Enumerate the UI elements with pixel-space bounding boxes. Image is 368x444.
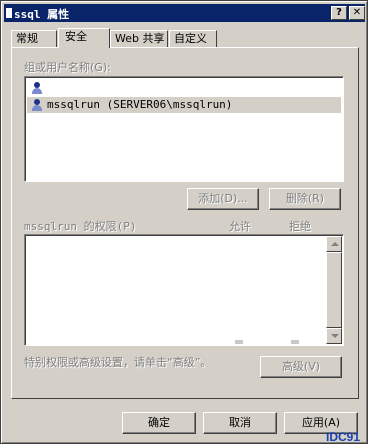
title-bar[interactable]: ssql 属性 ? ✕	[4, 4, 365, 22]
properties-dialog: ssql 属性 ? ✕ 常规 安全 Web 共享 自定义 组或用户名称(G):	[0, 0, 368, 444]
tab-label: 安全	[65, 30, 87, 43]
tab-label: 自定义	[174, 32, 207, 45]
help-button[interactable]: ?	[331, 6, 347, 20]
tab-general[interactable]: 常规	[11, 30, 57, 48]
close-icon: ✕	[352, 7, 362, 18]
tab-security[interactable]: 安全	[58, 28, 110, 48]
tab-custom[interactable]: 自定义	[169, 30, 217, 48]
tab-label: 常规	[16, 32, 38, 45]
tab-web-sharing[interactable]: Web 共享	[110, 30, 168, 48]
close-button[interactable]: ✕	[349, 6, 365, 20]
window-title: ssql 属性	[14, 8, 70, 21]
cancel-button[interactable]: 取消	[203, 412, 277, 434]
window-icon	[6, 8, 12, 18]
question-icon: ?	[336, 7, 342, 18]
security-tab-panel	[11, 47, 359, 399]
tab-label: Web 共享	[115, 32, 165, 45]
watermark-logo: IDC91	[326, 430, 361, 444]
ok-button[interactable]: 确定	[122, 412, 196, 434]
